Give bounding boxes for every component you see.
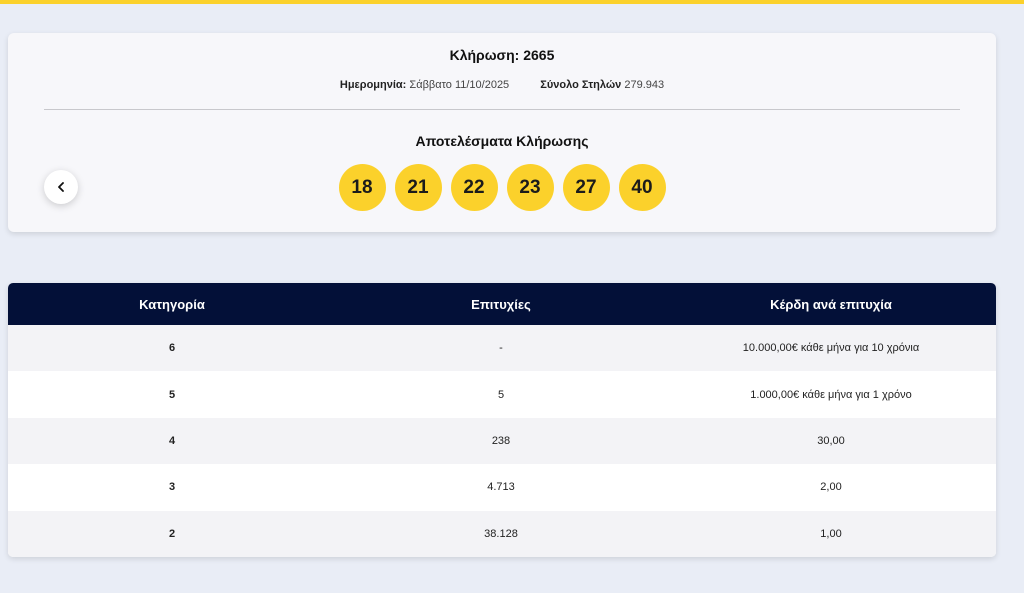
row-winners: 4.713 (487, 481, 515, 494)
row-winners: 38.128 (484, 527, 518, 540)
draw-columns-label: Σύνολο Στηλών (540, 79, 622, 91)
row-prize: 1,00 (820, 527, 842, 540)
card-divider (44, 109, 960, 110)
header-winners: Επιτυχίες (471, 296, 531, 312)
row-winners: 238 (491, 434, 511, 447)
row-category: 5 (168, 388, 176, 401)
row-prize: 30,00 (817, 434, 845, 447)
table-row: 2 38.128 1,00 (8, 510, 996, 557)
table-body: 6 - 10.000,00€ κάθε μήνα για 10 χρόνια 5… (8, 325, 996, 557)
row-winners: 5 (497, 388, 505, 401)
draw-meta: Ημερομηνία: Σάββατο 11/10/2025 Σύνολο Στ… (8, 79, 996, 91)
row-winners: - (499, 342, 503, 355)
row-prize: 1.000,00€ κάθε μήνα για 1 χρόνο (750, 388, 912, 401)
draw-columns-value: 279.943 (624, 79, 665, 91)
row-category: 6 (168, 342, 176, 355)
row-category: 4 (168, 434, 176, 447)
table-header: Κατηγορία Επιτυχίες Κέρδη ανά επιτυχία (8, 283, 996, 325)
top-accent-bar (0, 0, 1024, 4)
table-row: 3 4.713 2,00 (8, 464, 996, 511)
row-prize: 2,00 (820, 481, 842, 494)
table-row: 6 - 10.000,00€ κάθε μήνα για 10 χρόνια (8, 325, 996, 372)
row-category: 3 (168, 481, 176, 494)
results-title: Αποτελέσματα Κλήρωσης (415, 133, 589, 149)
draw-date-label: Ημερομηνία: (339, 79, 407, 91)
header-category: Κατηγορία (139, 296, 205, 312)
number-ball: 21 (394, 164, 442, 211)
header-prize: Κέρδη ανά επιτυχία (770, 296, 892, 312)
row-prize: 10.000,00€ κάθε μήνα για 10 χρόνια (742, 342, 920, 355)
draw-date-value: Σάββατο 11/10/2025 (409, 79, 510, 91)
number-ball: 27 (562, 164, 610, 211)
table-row: 4 238 30,00 (8, 417, 996, 465)
number-ball: 40 (618, 164, 666, 211)
draw-date: Ημερομηνία: Σάββατο 11/10/2025 (340, 79, 509, 91)
draw-title: Κλήρωση: 2665 (449, 47, 555, 63)
row-category: 2 (168, 527, 176, 540)
number-ball: 23 (506, 164, 554, 211)
number-ball: 18 (338, 164, 386, 211)
draw-columns: Σύνολο Στηλών 279.943 (540, 79, 664, 91)
draw-info-card: Κλήρωση: 2665 Ημερομηνία: Σάββατο 11/10/… (8, 33, 996, 232)
number-ball: 22 (450, 164, 498, 211)
winning-numbers: 18 21 22 23 27 40 (8, 164, 996, 211)
prize-table: Κατηγορία Επιτυχίες Κέρδη ανά επιτυχία 6… (8, 283, 996, 557)
table-row: 5 5 1.000,00€ κάθε μήνα για 1 χρόνο (8, 371, 996, 418)
